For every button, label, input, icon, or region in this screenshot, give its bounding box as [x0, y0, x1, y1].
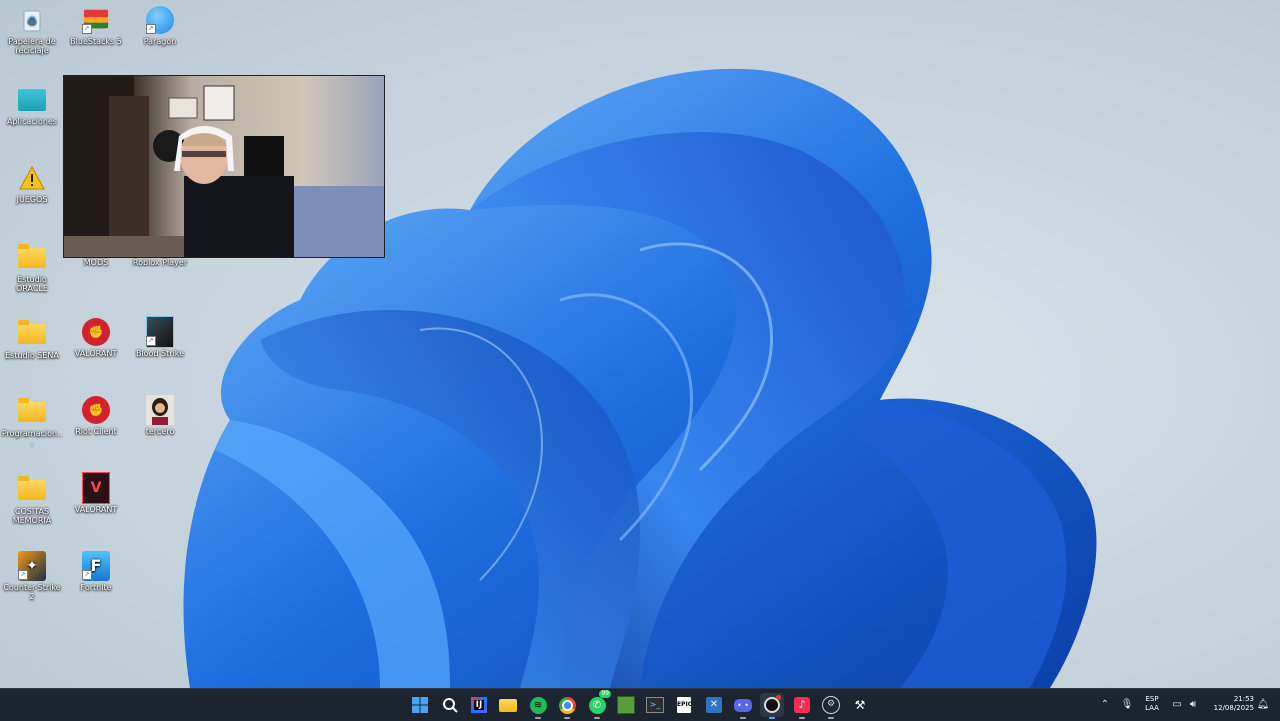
taskbar-steam[interactable]: ⚙ — [819, 693, 843, 719]
chrome-icon — [558, 696, 576, 714]
apps-folder-icon — [18, 86, 46, 114]
recording-dot — [776, 695, 781, 700]
steam-icon: ⚙ — [822, 696, 840, 714]
avatar-icon — [146, 395, 174, 425]
folder-icon — [18, 320, 46, 348]
desktop[interactable]: ♻ Papelera de reciclaje Aplicaciones JUE… — [0, 0, 1280, 688]
tray-volume-icon[interactable]: 🔊︎ — [1186, 697, 1200, 711]
taskbar-minecraft[interactable] — [614, 693, 638, 717]
taskbar-obs[interactable] — [760, 693, 784, 719]
bloodstrike-icon: ↗ — [146, 316, 174, 348]
cs2-icon: ✦ ↗ — [18, 551, 46, 581]
folder-icon — [18, 398, 46, 426]
desktop-icon-riot-client[interactable]: ✊ Riot Client — [64, 396, 128, 436]
desktop-icon-estudio-sena[interactable]: Estudio SENA — [0, 320, 64, 360]
tray-clock[interactable]: 21:53 12/08/2025 — [1206, 695, 1254, 713]
intellij-icon: IJ — [471, 697, 487, 713]
taskbar-intellij[interactable]: IJ — [467, 693, 491, 717]
running-indicator — [799, 717, 805, 719]
taskbar: IJ ≋ ✆ 99 >_ EPIC ✕ • • ♪ ⚙ ⚒ ⌃ 🎙︎ ESP L… — [0, 688, 1280, 721]
riot-icon: ✊ — [82, 318, 110, 346]
warning-icon — [18, 164, 46, 192]
taskbar-tools[interactable]: ⚒ — [848, 693, 872, 717]
whatsapp-icon: ✆ — [588, 696, 606, 714]
running-indicator — [535, 717, 541, 719]
recycle-bin-icon: ♻ — [18, 6, 46, 34]
taskbar-tiktok[interactable]: ♪ — [790, 693, 814, 719]
terminal-icon: >_ — [646, 697, 664, 713]
tray-overflow-chevron-icon[interactable]: ⌃ — [1098, 697, 1112, 711]
windows-start-icon — [412, 697, 428, 713]
taskbar-terminal[interactable]: >_ — [643, 693, 667, 717]
running-indicator — [594, 717, 600, 719]
desktop-icon-aplicaciones[interactable]: Aplicaciones — [0, 86, 64, 126]
folder-icon — [499, 698, 517, 712]
paragon-icon: ↗ — [146, 6, 174, 34]
taskbar-editor[interactable]: ✕ — [702, 693, 726, 717]
desktop-icon-juegos[interactable]: JUEGOS — [0, 164, 64, 204]
desktop-icon-blood-strike[interactable]: ↗ Blood Strike — [128, 316, 192, 358]
valorant-icon: V — [82, 472, 110, 504]
minecraft-icon — [617, 696, 635, 714]
desktop-icon-fortnite[interactable]: F ↗ Fortnite — [64, 551, 128, 592]
desktop-icon-estudio-oracle[interactable]: Estudio ORACLE — [0, 244, 64, 293]
fortnite-icon: F ↗ — [82, 551, 110, 581]
running-indicator — [564, 717, 570, 719]
whatsapp-badge: 99 — [599, 690, 611, 698]
desktop-icon-valorant[interactable]: ✊ VALORANT — [64, 318, 128, 358]
discord-icon: • • — [734, 698, 752, 712]
editor-icon: ✕ — [706, 697, 722, 713]
bluestacks-icon: ↗ — [82, 6, 110, 34]
taskbar-file-explorer[interactable] — [496, 693, 520, 717]
desktop-icon-bluestacks[interactable]: ↗ BlueStacks 5 — [64, 6, 128, 46]
riot-icon: ✊ — [82, 396, 110, 424]
tray-language[interactable]: ESP LAA — [1140, 695, 1164, 713]
taskbar-start[interactable] — [408, 693, 432, 717]
tray-network-icon[interactable]: ▭ — [1170, 697, 1184, 711]
desktop-icon-cositas-memoria[interactable]: COSITAS MEMORIA — [0, 476, 64, 525]
webcam-overlay — [63, 75, 385, 258]
running-indicator — [828, 717, 834, 719]
desktop-icon-roblox[interactable]: Roblox Player — [128, 258, 192, 267]
webcam-feed — [64, 76, 384, 257]
desktop-icon-paragon[interactable]: ↗ Paragon — [128, 6, 192, 46]
taskbar-whatsapp[interactable]: ✆ 99 — [585, 690, 611, 719]
folder-icon — [18, 244, 46, 272]
tools-icon: ⚒ — [854, 698, 866, 712]
taskbar-discord[interactable]: • • — [731, 693, 755, 719]
epic-games-icon: EPIC — [677, 697, 692, 713]
folder-icon — [18, 476, 46, 504]
running-indicator — [740, 717, 746, 719]
svg-text:♻: ♻ — [27, 15, 37, 28]
spotify-icon: ≋ — [529, 696, 547, 714]
desktop-icon-valorant-2[interactable]: V VALORANT — [64, 472, 128, 514]
desktop-icon-tercero[interactable]: tercero — [128, 395, 192, 436]
tray-microphone-icon[interactable]: 🎙︎ — [1120, 697, 1134, 711]
running-indicator — [769, 717, 775, 719]
desktop-icon-programacion[interactable]: Programacion... — [0, 398, 64, 447]
taskbar-search[interactable] — [438, 693, 462, 717]
search-icon — [443, 698, 458, 713]
desktop-icon-mods[interactable]: MODS — [64, 258, 128, 267]
desktop-icon-counter-strike-2[interactable]: ✦ ↗ Counter-Strike 2 — [0, 551, 64, 601]
tiktok-icon: ♪ — [794, 697, 810, 713]
notification-bell-icon[interactable]: 🔔︎ — [1256, 697, 1270, 711]
taskbar-spotify[interactable]: ≋ — [526, 693, 550, 719]
taskbar-chrome[interactable] — [555, 693, 579, 719]
desktop-icon-recycle-bin[interactable]: ♻ Papelera de reciclaje — [0, 6, 64, 55]
taskbar-epic-games[interactable]: EPIC — [672, 693, 696, 717]
